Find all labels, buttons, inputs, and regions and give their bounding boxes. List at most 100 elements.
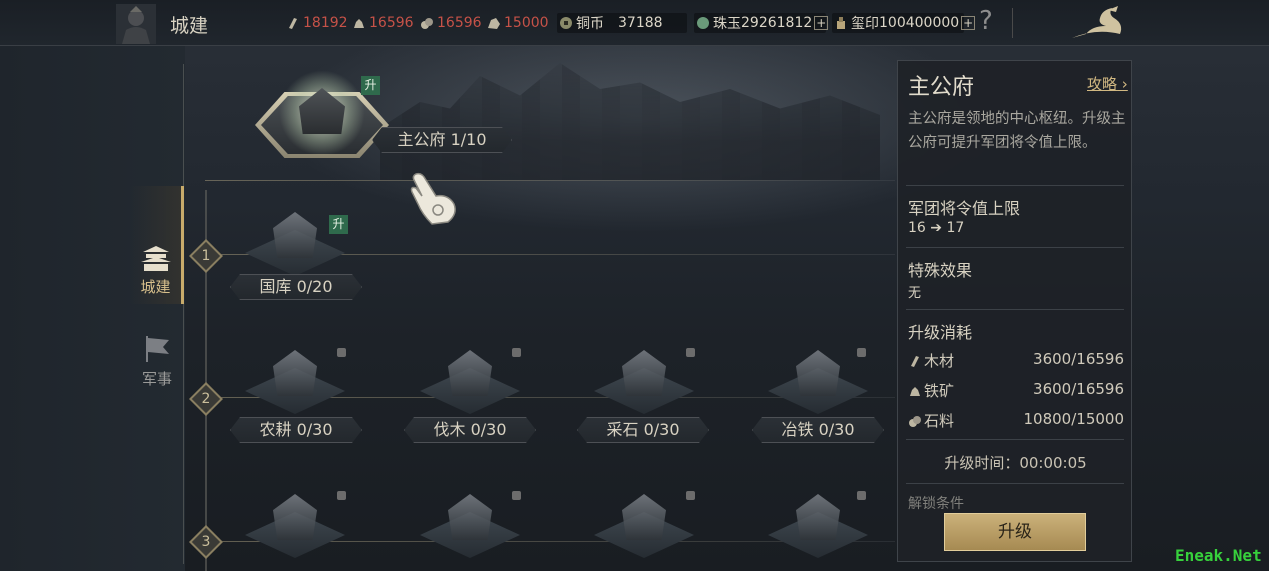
building-detail-panel: 主公府 攻略 › 主公府是领地的中心枢纽。升级主公府可提升军团将令值上限。 军团… <box>897 60 1132 562</box>
lock-icon <box>337 491 346 500</box>
panel-divider <box>906 247 1124 248</box>
jade-orb-icon <box>697 17 709 29</box>
panel-divider <box>906 185 1124 186</box>
upgrade-badge: 升 <box>329 215 348 234</box>
left-rail <box>0 46 185 571</box>
jade-label: 珠玉 <box>713 16 741 32</box>
cost-row-iron: 铁矿 3600/16596 <box>908 380 1124 401</box>
resource-value: 16596 <box>437 15 482 31</box>
general-avatar-icon[interactable] <box>116 4 156 44</box>
lumber-label[interactable]: 伐木 0/30 <box>404 417 536 443</box>
cap-from: 16 <box>908 220 926 236</box>
upgrade-badge: 升 <box>361 76 380 95</box>
side-nav-label: 军事 <box>141 370 172 388</box>
watermark: Eneak.Net <box>1175 546 1262 565</box>
military-flag-icon <box>146 336 169 362</box>
cost-name: 铁矿 <box>924 382 955 400</box>
resource-value: 16596 <box>369 15 414 31</box>
building-tier3-2[interactable] <box>420 494 520 560</box>
panel-description: 主公府是领地的中心枢纽。升级主公府可提升军团将令值上限。 <box>908 111 1126 151</box>
main-hall-label[interactable]: 主公府 1/10 <box>372 127 512 153</box>
lumber-icon <box>448 350 492 396</box>
resource-value: 18192 <box>303 15 348 31</box>
building-icon <box>273 494 317 540</box>
tier-number: 1 <box>201 248 211 264</box>
seal-label: 玺印 <box>851 16 879 32</box>
unlock-conditions-title: 解锁条件 <box>908 496 964 512</box>
treasury-icon <box>273 212 317 258</box>
panel-divider <box>906 439 1124 440</box>
copper-value: 37188 <box>618 15 663 31</box>
cost-name: 木材 <box>924 352 955 370</box>
upgrade-button[interactable]: 升级 <box>944 513 1086 551</box>
food-icon <box>488 18 500 29</box>
building-icon <box>796 494 840 540</box>
tap-hand-icon <box>410 172 456 225</box>
lock-icon <box>686 348 695 357</box>
jade-currency-content: 珠玉 29261812 + <box>696 14 829 32</box>
iron-ore-icon <box>354 19 364 28</box>
top-bar: 城建 18192 16596 16596 15000 铜币 37188 珠玉 2… <box>0 0 1269 46</box>
side-nav-label: 城建 <box>140 278 171 296</box>
building-tier3-1[interactable] <box>245 494 345 560</box>
seal-icon <box>837 17 845 29</box>
copper-currency-content: 铜币 37188 <box>559 14 663 32</box>
city-build-icon <box>140 246 171 271</box>
lock-icon <box>337 348 346 357</box>
cap-values: 16 ➔ 17 <box>908 220 964 236</box>
cost-value: 3600/16596 <box>1033 350 1124 368</box>
building-icon <box>622 494 666 540</box>
rail-divider <box>183 64 184 564</box>
dragon-logo-icon[interactable] <box>1068 4 1126 42</box>
building-quarry[interactable] <box>594 350 694 416</box>
cost-value: 10800/15000 <box>1023 410 1125 428</box>
cost-value: 3600/16596 <box>1033 380 1124 398</box>
lock-icon <box>512 348 521 357</box>
farm-label[interactable]: 农耕 0/30 <box>230 417 362 443</box>
cost-name: 石料 <box>924 412 955 430</box>
lock-icon <box>686 491 695 500</box>
resource-iron-ore: 16596 <box>352 14 414 32</box>
wood-icon <box>289 18 297 29</box>
building-ironworks[interactable] <box>768 350 868 416</box>
resource-wood: 18192 <box>286 14 348 32</box>
building-tier3-4[interactable] <box>768 494 868 560</box>
arrow-right-icon: ➔ <box>930 220 943 236</box>
upgrade-time: 升级时间：00:00:05 <box>944 454 1087 472</box>
chevron-right-icon: › <box>1117 75 1128 93</box>
cost-row-wood: 木材 3600/16596 <box>908 350 1124 371</box>
building-farm[interactable] <box>245 350 345 416</box>
side-nav-city-build[interactable]: 城建 <box>130 186 184 304</box>
panel-divider <box>906 483 1124 484</box>
guide-label: 攻略 <box>1087 75 1118 93</box>
seal-currency-content: 玺印 100400000 + <box>834 14 976 32</box>
row-divider <box>205 180 895 181</box>
building-lumber[interactable] <box>420 350 520 416</box>
panel-title: 主公府 <box>908 75 975 100</box>
lock-icon <box>857 348 866 357</box>
jade-value: 29261812 <box>741 15 813 31</box>
page-title: 城建 <box>170 15 209 37</box>
building-icon <box>448 494 492 540</box>
ironworks-icon <box>796 350 840 396</box>
guide-link[interactable]: 攻略 › <box>1087 73 1128 94</box>
help-icon[interactable]: ? <box>979 6 993 36</box>
ironworks-label[interactable]: 冶铁 0/30 <box>752 417 884 443</box>
add-seal-button[interactable]: + <box>961 16 976 30</box>
building-tier3-3[interactable] <box>594 494 694 560</box>
treasury-label[interactable]: 国库 0/20 <box>230 274 362 300</box>
resource-stone: 16596 <box>420 14 482 32</box>
seal-value: 100400000 <box>879 15 960 31</box>
cap-to: 17 <box>946 220 965 236</box>
tier-number: 2 <box>201 391 211 407</box>
quarry-label[interactable]: 采石 0/30 <box>577 417 709 443</box>
lock-icon <box>512 491 521 500</box>
add-jade-button[interactable]: + <box>814 16 829 30</box>
tier-number: 3 <box>201 534 211 550</box>
lock-icon <box>857 491 866 500</box>
special-value: 无 <box>908 286 922 301</box>
cost-row-stone: 石料 10800/15000 <box>908 410 1124 431</box>
wood-icon <box>911 356 919 367</box>
side-nav-military[interactable]: 军事 <box>130 330 184 400</box>
iron-ore-icon <box>910 387 920 396</box>
